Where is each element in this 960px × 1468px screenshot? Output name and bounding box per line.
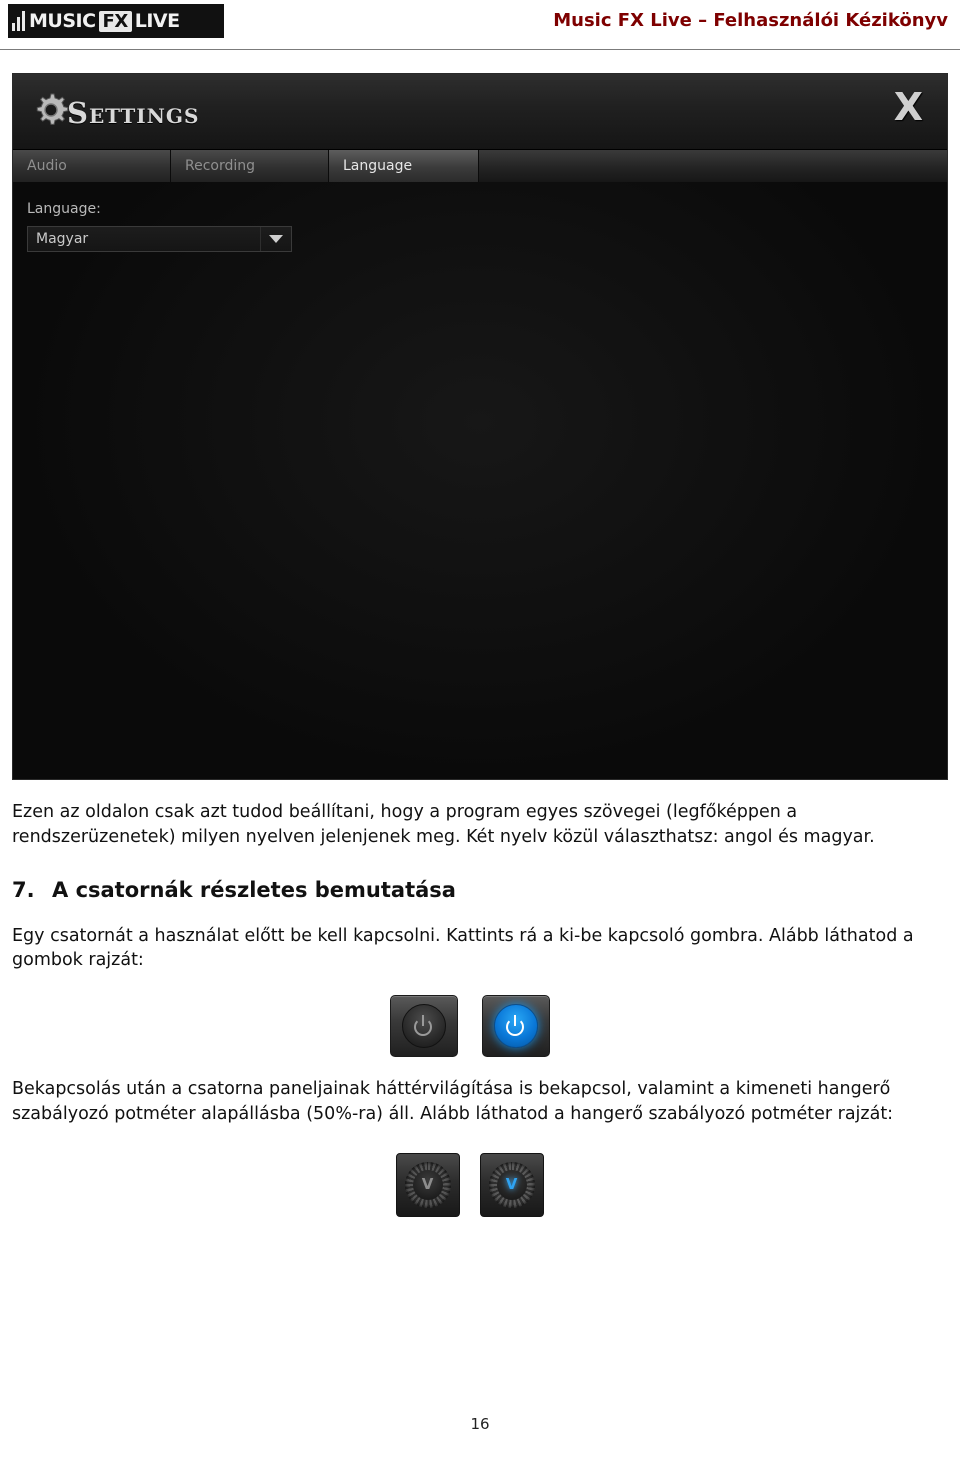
logo-music-text: MUSIC — [29, 10, 96, 32]
tab-language-label: Language — [343, 158, 413, 174]
section-heading: 7. A csatornák részletes bemutatása — [12, 876, 927, 906]
language-panel: Language: Magyar — [13, 182, 947, 779]
settings-window-screenshot: Settings X Audio Recording Language Lang… — [12, 73, 948, 780]
power-button-off-icon — [389, 995, 458, 1058]
page-header: MUSIC FX LIVE Music FX Live – Felhasznál… — [0, 0, 960, 50]
settings-window-titlebar: Settings X — [13, 74, 947, 150]
close-icon[interactable]: X — [894, 88, 923, 126]
paragraph-volume-knob: Bekapcsolás után a csatorna paneljainak … — [12, 1079, 894, 1125]
language-select[interactable]: Magyar — [27, 226, 292, 252]
page-number: 16 — [470, 1415, 490, 1433]
intro-paragraph: Ezen az oldalon csak azt tudod beállítan… — [12, 802, 875, 847]
volume-knob-off-icon: V — [395, 1152, 460, 1217]
document-title: Music FX Live – Felhasználói Kézikönyv — [553, 10, 948, 31]
power-button-illustrations — [12, 995, 927, 1058]
language-label: Language: — [27, 201, 101, 217]
paragraph-power-buttons: Egy csatornát a használat előtt be kell … — [12, 925, 914, 971]
section-number: 7. — [12, 877, 35, 902]
logo-live-text: LIVE — [134, 10, 180, 32]
knob-glyph-off: V — [412, 1169, 443, 1200]
document-body: Ezen az oldalon csak azt tudod beállítan… — [12, 800, 927, 1227]
power-button-on-icon — [481, 995, 550, 1058]
tab-recording[interactable]: Recording — [171, 150, 329, 182]
tab-audio-label: Audio — [27, 158, 67, 174]
logo-fx-text: FX — [98, 10, 132, 32]
settings-tabs: Audio Recording Language — [13, 150, 947, 182]
tab-audio[interactable]: Audio — [13, 150, 171, 182]
tabs-filler — [479, 150, 947, 182]
volume-knob-on-icon: V — [479, 1152, 544, 1217]
settings-title: Settings — [67, 96, 200, 130]
chevron-down-icon[interactable] — [260, 227, 291, 251]
section-title: A csatornák részletes bemutatása — [52, 877, 456, 902]
brand-logo: MUSIC FX LIVE — [8, 4, 224, 38]
tab-recording-label: Recording — [185, 158, 256, 174]
equalizer-bars-icon — [12, 11, 25, 31]
language-select-value: Magyar — [36, 231, 89, 247]
volume-knob-illustrations: V V — [12, 1152, 927, 1217]
knob-glyph-on: V — [496, 1169, 527, 1200]
tab-language[interactable]: Language — [329, 150, 479, 182]
